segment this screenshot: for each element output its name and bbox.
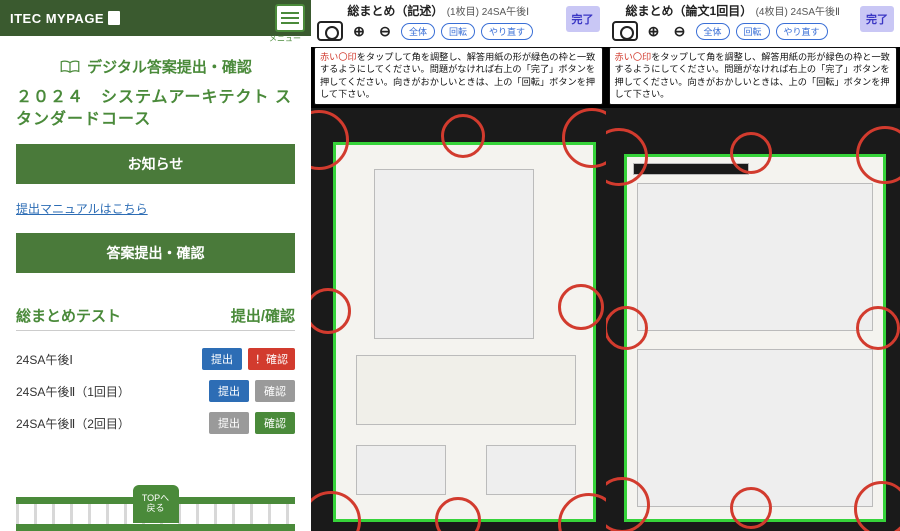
instruction-note: 赤い〇印をタップして角を調整し、解答用紙の形が緑色の枠と一致するようにしてくださ…: [609, 47, 898, 105]
document-icon: [108, 11, 120, 25]
pill-redo[interactable]: やり直す: [776, 23, 828, 40]
pill-all[interactable]: 全体: [696, 23, 730, 40]
edge-handle[interactable]: [606, 306, 648, 350]
page-title: デジタル答案提出・確認: [16, 56, 295, 77]
pill-rotate[interactable]: 回転: [736, 23, 770, 40]
brand-text: ITEC MYPAGE: [10, 11, 104, 26]
chip-確認[interactable]: 確認: [255, 412, 295, 434]
edge-handle[interactable]: [730, 132, 772, 174]
edge-handle[interactable]: [730, 487, 772, 529]
section-name: 総まとめテスト: [16, 305, 121, 326]
zoom-out-button[interactable]: ⊖: [670, 21, 690, 41]
zoom-in-button[interactable]: ⊕: [644, 21, 664, 41]
camera-title: 総まとめ（論文1回目） (4枚目) 24SA午後Ⅱ: [612, 4, 895, 19]
pill-redo[interactable]: やり直す: [481, 23, 533, 40]
camera-panel-1: 総まとめ（記述） (1枚目) 24SA午後Ⅰ 完了 ⊕ ⊖ 全体 回転 やり直す…: [311, 0, 606, 531]
chip-！確認[interactable]: ！確認: [248, 348, 295, 370]
answer-sheet: [333, 142, 596, 522]
course-title: ２０２４ システムアーキテクト スタンダードコース: [16, 87, 295, 130]
test-name: 24SA午後Ⅱ（1回目）: [16, 383, 130, 400]
chip-確認[interactable]: 確認: [255, 380, 295, 402]
menu-label: メニュー: [269, 33, 301, 44]
test-row: 24SA午後Ⅱ（2回目） 提出確認: [16, 407, 295, 439]
section-header: 総まとめテスト 提出/確認: [16, 301, 295, 331]
instruction-note: 赤い〇印をタップして角を調整し、解答用紙の形が緑色の枠と一致するようにしてくださ…: [314, 47, 603, 105]
submit-confirm-button[interactable]: 答案提出・確認: [16, 233, 295, 273]
answer-sheet: [624, 154, 887, 522]
test-row: 24SA午後Ⅰ 提出 ！確認: [16, 343, 295, 375]
section-column: 提出/確認: [231, 305, 295, 326]
edge-handle[interactable]: [856, 306, 900, 350]
edge-handle[interactable]: [441, 114, 485, 158]
test-name: 24SA午後Ⅱ（2回目）: [16, 415, 130, 432]
edge-handle[interactable]: [558, 284, 604, 330]
camera-title: 総まとめ（記述） (1枚目) 24SA午後Ⅰ: [317, 4, 600, 19]
done-button[interactable]: 完了: [860, 6, 894, 32]
zoom-in-button[interactable]: ⊕: [349, 21, 369, 41]
pill-rotate[interactable]: 回転: [441, 23, 475, 40]
chip-提出[interactable]: 提出: [209, 380, 249, 402]
footer: TOPへ 戻る: [16, 483, 295, 531]
camera-toolbar: ⊕ ⊖ 全体 回転 やり直す: [612, 19, 895, 45]
mypage-panel: ITEC MYPAGE メニュー デジタル答案提出・確認 ２０２４ システムアー…: [0, 0, 311, 531]
pill-all[interactable]: 全体: [401, 23, 435, 40]
photo-area[interactable]: [311, 108, 606, 531]
back-to-top-button[interactable]: TOPへ 戻る: [133, 485, 179, 523]
hamburger-menu-button[interactable]: [275, 4, 305, 32]
camera-icon[interactable]: [317, 21, 343, 41]
brand-header: ITEC MYPAGE: [0, 0, 311, 36]
camera-icon[interactable]: [612, 21, 638, 41]
notice-button[interactable]: お知らせ: [16, 144, 295, 184]
photo-area[interactable]: [606, 108, 900, 531]
done-button[interactable]: 完了: [566, 6, 600, 32]
manual-link[interactable]: 提出マニュアルはこちら: [16, 200, 295, 217]
book-icon: [59, 60, 81, 74]
test-row: 24SA午後Ⅱ（1回目） 提出確認: [16, 375, 295, 407]
camera-toolbar: ⊕ ⊖ 全体 回転 やり直す: [317, 19, 600, 45]
chip-提出[interactable]: 提出: [202, 348, 242, 370]
chip-提出[interactable]: 提出: [209, 412, 249, 434]
test-name: 24SA午後Ⅰ: [16, 351, 73, 368]
camera-panel-2: 総まとめ（論文1回目） (4枚目) 24SA午後Ⅱ 完了 ⊕ ⊖ 全体 回転 や…: [606, 0, 900, 531]
zoom-out-button[interactable]: ⊖: [375, 21, 395, 41]
